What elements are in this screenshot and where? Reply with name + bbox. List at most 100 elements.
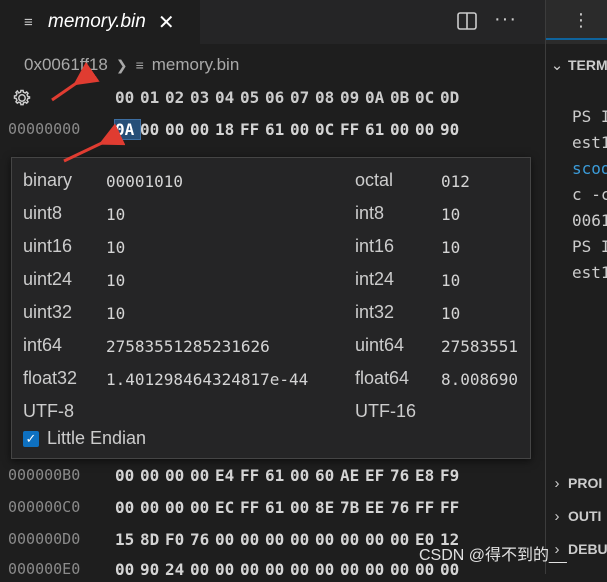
- hex-byte[interactable]: 00: [290, 530, 315, 549]
- hex-byte[interactable]: 90: [440, 120, 465, 139]
- hex-byte[interactable]: 60: [315, 466, 340, 485]
- hex-byte[interactable]: AE: [340, 466, 365, 485]
- hex-byte[interactable]: 76: [390, 498, 415, 517]
- little-endian-toggle[interactable]: ✓ Little Endian: [23, 428, 146, 449]
- hex-column-label: 08: [315, 88, 335, 107]
- hex-byte[interactable]: 00: [265, 530, 290, 549]
- hex-byte[interactable]: 8E: [315, 498, 340, 517]
- hex-byte[interactable]: 61: [265, 120, 290, 139]
- split-editor-icon[interactable]: [456, 10, 478, 32]
- hex-byte[interactable]: 00: [115, 560, 140, 579]
- terminal-output[interactable]: PS I est1 scoo c -c 0061 PS I est1: [572, 104, 607, 286]
- hex-byte[interactable]: FF: [440, 498, 465, 517]
- hex-byte[interactable]: 00: [390, 530, 415, 549]
- hex-byte[interactable]: 00: [390, 120, 415, 139]
- hex-byte[interactable]: 76: [190, 530, 215, 549]
- hex-byte[interactable]: E8: [415, 466, 440, 485]
- close-tab-button[interactable]: ✕: [158, 10, 175, 35]
- hex-byte[interactable]: 00: [140, 120, 165, 139]
- terminal-line: 0061: [572, 211, 607, 230]
- hex-byte[interactable]: EE: [365, 498, 390, 517]
- hex-byte[interactable]: 00: [165, 498, 190, 517]
- hex-byte[interactable]: 00: [140, 466, 165, 485]
- hex-byte[interactable]: 00: [215, 530, 240, 549]
- hex-byte[interactable]: 00: [290, 466, 315, 485]
- hex-byte[interactable]: 76: [390, 466, 415, 485]
- problems-section-header[interactable]: › PROI: [546, 470, 607, 496]
- hex-byte[interactable]: 00: [365, 530, 390, 549]
- panel-grip-icon[interactable]: ⋮: [572, 10, 590, 31]
- hex-byte[interactable]: 00: [340, 530, 365, 549]
- inspector-row-int8: int8 10: [355, 203, 525, 227]
- hex-byte[interactable]: 00: [315, 530, 340, 549]
- hex-byte[interactable]: 00: [165, 466, 190, 485]
- little-endian-checkbox[interactable]: ✓: [23, 430, 39, 447]
- hex-byte-selected[interactable]: 0A: [114, 119, 141, 140]
- hex-byte[interactable]: 00: [390, 560, 415, 579]
- hex-byte[interactable]: 24: [165, 560, 190, 579]
- hex-byte[interactable]: FF: [240, 498, 265, 517]
- annotation-arrow-address: [51, 61, 100, 102]
- hex-byte[interactable]: 00: [215, 560, 240, 579]
- hex-byte[interactable]: 00: [190, 560, 215, 579]
- section-title: PROI: [568, 475, 603, 491]
- inspector-row-utf8: UTF-8: [23, 401, 343, 425]
- hex-byte[interactable]: 00: [415, 120, 440, 139]
- inspector-label: int64: [23, 335, 63, 355]
- hex-byte[interactable]: FF: [415, 498, 440, 517]
- hex-byte[interactable]: 00: [140, 498, 165, 517]
- hex-byte[interactable]: 00: [115, 498, 140, 517]
- inspector-row-float64: float64 8.008690: [355, 368, 525, 392]
- hex-byte[interactable]: 61: [365, 120, 390, 139]
- hex-byte[interactable]: 15: [115, 530, 140, 549]
- hex-byte[interactable]: FF: [240, 120, 265, 139]
- hex-byte[interactable]: FF: [240, 466, 265, 485]
- hex-byte[interactable]: 7B: [340, 498, 365, 517]
- hex-column-label: 02: [165, 88, 185, 107]
- hex-byte[interactable]: 61: [265, 466, 290, 485]
- hex-byte[interactable]: 00: [190, 120, 215, 139]
- hex-byte[interactable]: 00: [165, 120, 190, 139]
- hex-byte[interactable]: 90: [140, 560, 165, 579]
- inspector-row-uint64: uint64 27583551: [355, 335, 525, 359]
- inspector-label: int8: [355, 203, 385, 223]
- hex-byte[interactable]: 18: [215, 120, 240, 139]
- watermark-text: CSDN @得不到的__: [419, 547, 567, 564]
- hex-byte[interactable]: 8D: [140, 530, 165, 549]
- hex-byte[interactable]: 00: [340, 560, 365, 579]
- hex-byte[interactable]: EF: [365, 466, 390, 485]
- hex-byte[interactable]: 00: [290, 120, 315, 139]
- row-address: 000000B0: [8, 466, 81, 484]
- gear-icon[interactable]: [11, 87, 33, 109]
- hex-byte[interactable]: 61: [265, 498, 290, 517]
- inspector-value: 10: [106, 271, 126, 290]
- hex-column-label: 03: [190, 88, 210, 107]
- hex-byte[interactable]: F9: [440, 466, 465, 485]
- hex-byte[interactable]: 00: [365, 560, 390, 579]
- section-title: OUTI: [568, 508, 602, 524]
- hex-byte[interactable]: 0C: [315, 120, 340, 139]
- hex-byte[interactable]: 00: [190, 466, 215, 485]
- terminal-section-header[interactable]: ⌄ TERM: [546, 52, 607, 78]
- breadcrumb-address[interactable]: 0x0061ff18: [24, 55, 108, 75]
- output-section-header[interactable]: › OUTI: [546, 503, 607, 529]
- hex-byte[interactable]: 00: [265, 560, 290, 579]
- breadcrumb-file[interactable]: memory.bin: [152, 55, 240, 75]
- hex-byte[interactable]: EC: [215, 498, 240, 517]
- hex-column-label: 0B: [390, 88, 410, 107]
- hex-byte[interactable]: 00: [240, 530, 265, 549]
- hex-byte[interactable]: 00: [115, 466, 140, 485]
- tab-memory-bin[interactable]: ≡ memory.bin ✕: [0, 0, 200, 44]
- hex-byte[interactable]: 00: [315, 560, 340, 579]
- hex-byte[interactable]: 00: [290, 498, 315, 517]
- hex-byte[interactable]: 00: [190, 498, 215, 517]
- inspector-row-int64: int64 27583551285231626: [23, 335, 343, 359]
- hex-byte[interactable]: 00: [290, 560, 315, 579]
- inspector-value: 1.401298464324817e-44: [106, 370, 309, 389]
- little-endian-label: Little Endian: [47, 428, 147, 448]
- hex-byte[interactable]: 00: [240, 560, 265, 579]
- hex-byte[interactable]: FF: [340, 120, 365, 139]
- hex-byte[interactable]: E4: [215, 466, 240, 485]
- hex-byte[interactable]: F0: [165, 530, 190, 549]
- more-actions-icon[interactable]: ···: [494, 8, 517, 31]
